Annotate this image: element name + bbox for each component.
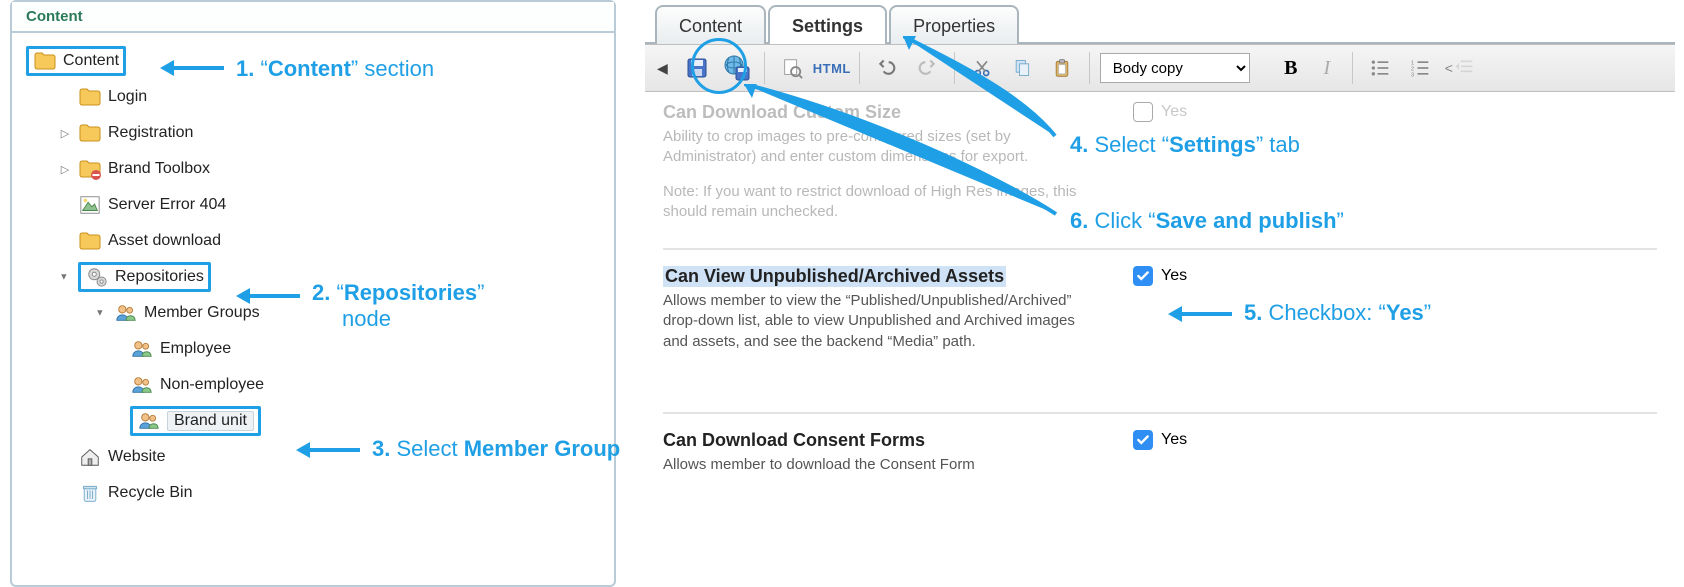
tree-node-registration[interactable]: ▷ Registration (26, 115, 606, 151)
tab-properties[interactable]: Properties (889, 5, 1019, 44)
tree-label: Member Groups (144, 304, 260, 322)
tree-label: Content (63, 52, 119, 70)
style-select[interactable]: Body copy (1100, 53, 1250, 83)
tree-node-content[interactable]: Content (26, 43, 606, 79)
tree-node-website[interactable]: Website (26, 439, 606, 475)
checkbox-unpublished[interactable] (1133, 266, 1153, 286)
undo-button[interactable] (870, 51, 904, 85)
image-icon (78, 193, 102, 217)
checkbox-custom-size[interactable] (1133, 102, 1153, 122)
panel-title: Content (12, 2, 614, 33)
tree-node-recycle-bin[interactable]: Recycle Bin (26, 475, 606, 511)
expander-icon (58, 90, 72, 104)
redo-button[interactable] (910, 51, 944, 85)
tree-label: Asset download (108, 232, 221, 250)
outdent-button[interactable]: < (1443, 51, 1477, 85)
numbered-list-button[interactable]: 123 (1403, 51, 1437, 85)
checkbox-consent[interactable] (1133, 430, 1153, 450)
tree-label: Recycle Bin (108, 484, 192, 502)
expander-icon (58, 486, 72, 500)
expander-icon[interactable]: ▸ (94, 306, 108, 320)
users-icon (130, 373, 154, 397)
setting-can-view-unpublished: Can View Unpublished/Archived Assets All… (663, 266, 1657, 352)
expander-icon (58, 234, 72, 248)
setting-title: Can View Unpublished/Archived Assets (663, 266, 1006, 287)
setting-desc: Ability to crop images to pre-configured… (663, 127, 1083, 168)
folder-blocked-icon (78, 157, 102, 181)
rich-text-toolbar: ◀ HTML Body copy (645, 44, 1675, 92)
house-icon (78, 445, 102, 469)
tab-content[interactable]: Content (655, 5, 766, 44)
folder-icon (78, 229, 102, 253)
copy-button[interactable] (1005, 51, 1039, 85)
tree-node-non-employee[interactable]: Non-employee (26, 367, 606, 403)
expander-icon[interactable]: ▷ (58, 126, 72, 140)
expander-icon[interactable]: ▷ (58, 162, 72, 176)
setting-title: Can Download Consent Forms (663, 430, 1093, 451)
tab-settings[interactable]: Settings (768, 5, 887, 44)
bulleted-list-button[interactable] (1363, 51, 1397, 85)
tree-node-repositories[interactable]: ▸ Repositories (26, 259, 606, 295)
gears-icon (85, 265, 109, 289)
folder-icon (33, 49, 57, 73)
tree-label: Employee (160, 340, 231, 358)
setting-can-download-consent: Can Download Consent Forms Allows member… (663, 430, 1657, 475)
tab-bar: Content Settings Properties (645, 0, 1675, 44)
html-button[interactable]: HTML (815, 51, 849, 85)
tree-node-login[interactable]: Login (26, 79, 606, 115)
users-icon (137, 409, 161, 433)
setting-title: Can Download Custom Size (663, 102, 1093, 123)
users-icon (130, 337, 154, 361)
tree-label: Registration (108, 124, 193, 142)
cut-button[interactable] (965, 51, 999, 85)
content-tree-panel: Content Content Login ▷ Registration (10, 0, 616, 587)
content-tree: Content Login ▷ Registration ▷ Brand Too… (12, 33, 614, 521)
italic-button[interactable]: I (1312, 57, 1342, 80)
tree-node-brand-toolbox[interactable]: ▷ Brand Toolbox (26, 151, 606, 187)
bold-button[interactable]: B (1276, 57, 1306, 80)
tree-label: Server Error 404 (108, 196, 226, 214)
tree-node-employee[interactable]: Employee (26, 331, 606, 367)
tree-label: Repositories (115, 268, 204, 286)
setting-note: Note: If you want to restrict download o… (663, 182, 1083, 223)
expander-icon (58, 450, 72, 464)
preview-button[interactable] (775, 51, 809, 85)
tree-node-asset-download[interactable]: Asset download (26, 223, 606, 259)
tree-label: Brand Toolbox (108, 160, 210, 178)
settings-content: Can Download Custom Size Ability to crop… (645, 92, 1675, 475)
checkbox-label: Yes (1161, 431, 1187, 449)
tree-label: Website (108, 448, 166, 466)
setting-desc: Allows member to view the “Published/Unp… (663, 291, 1083, 352)
paste-button[interactable] (1045, 51, 1079, 85)
tree-node-member-groups[interactable]: ▸ Member Groups (26, 295, 606, 331)
nav-back-icon[interactable]: ◀ (651, 60, 674, 77)
setting-can-download-custom-size: Can Download Custom Size Ability to crop… (663, 102, 1657, 222)
expander-icon (58, 198, 72, 212)
tree-node-brand-unit[interactable]: Brand unit (26, 403, 606, 439)
svg-text:3: 3 (1411, 72, 1414, 78)
folder-icon (78, 121, 102, 145)
save-button[interactable] (680, 51, 714, 85)
tree-node-server-error[interactable]: Server Error 404 (26, 187, 606, 223)
tree-label: Brand unit (167, 411, 254, 431)
expander-icon[interactable]: ▸ (58, 270, 72, 284)
setting-desc: Allows member to download the Consent Fo… (663, 455, 1083, 475)
folder-icon (78, 85, 102, 109)
tree-label: Login (108, 88, 147, 106)
recycle-bin-icon (78, 481, 102, 505)
checkbox-label: Yes (1161, 103, 1187, 121)
editor-panel: Content Settings Properties ◀ HTML (645, 0, 1675, 587)
checkbox-label: Yes (1161, 267, 1187, 285)
tree-label: Non-employee (160, 376, 264, 394)
save-and-publish-button[interactable] (720, 51, 754, 85)
users-icon (114, 301, 138, 325)
